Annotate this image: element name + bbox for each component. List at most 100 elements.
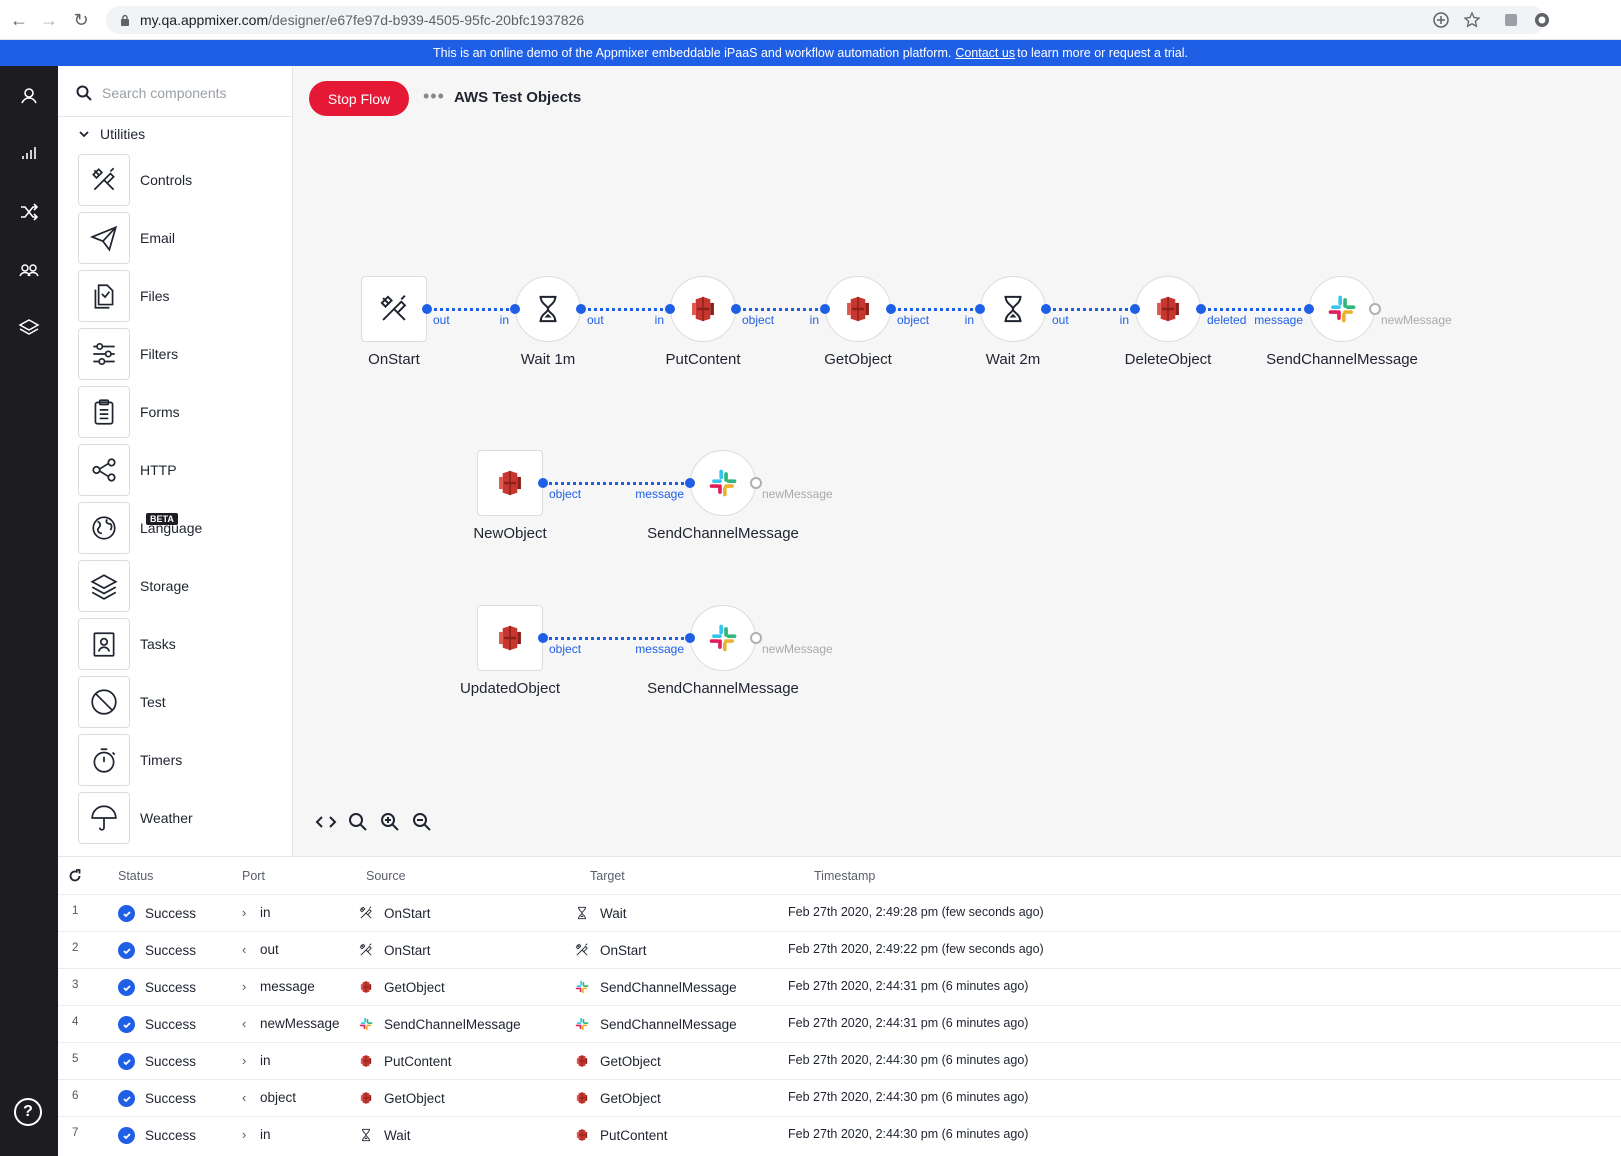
flow-node-newobject[interactable] — [477, 450, 543, 516]
aws-s3-icon — [576, 1129, 588, 1141]
port-label: in — [964, 313, 974, 327]
output-port[interactable] — [1041, 304, 1051, 314]
connection-link — [543, 637, 690, 640]
header-status[interactable]: Status — [118, 869, 153, 883]
flow-canvas[interactable]: Stop Flow ••• AWS Test Objects OnStart Wa… — [293, 66, 1621, 856]
category-utilities[interactable]: Utilities — [78, 126, 145, 142]
component-language[interactable]: Language — [78, 502, 202, 554]
node-label[interactable]: SendChannelMessage — [623, 680, 823, 697]
search-components[interactable]: Search components — [76, 78, 286, 108]
component-test[interactable]: Test — [78, 676, 166, 728]
address-bar[interactable]: my.qa.appmixer.com/designer/e67fe97d-b93… — [106, 6, 1546, 34]
refresh-icon[interactable] — [68, 869, 82, 883]
flow-node-getobject[interactable] — [825, 276, 891, 342]
input-port[interactable] — [820, 304, 830, 314]
flow-node-deleteobject[interactable] — [1135, 276, 1201, 342]
node-label[interactable]: SendChannelMessage — [1242, 351, 1442, 368]
component-weather[interactable]: Weather — [78, 792, 193, 844]
help-icon[interactable]: ? — [14, 1098, 42, 1126]
flow-node-sendchannelmessage[interactable] — [1309, 276, 1375, 342]
source-text: OnStart — [384, 942, 431, 958]
component-forms[interactable]: Forms — [78, 386, 180, 438]
code-view-icon[interactable] — [315, 811, 337, 833]
table-row[interactable]: 6 Success ‹ object GetObject GetObject Fe… — [58, 1079, 1621, 1116]
header-source[interactable]: Source — [366, 869, 406, 883]
flow-node-sendchannelmessage[interactable] — [690, 450, 756, 516]
input-port[interactable] — [975, 304, 985, 314]
output-port[interactable] — [538, 633, 548, 643]
flow-node-updatedobject[interactable] — [477, 605, 543, 671]
connection-link — [736, 308, 825, 311]
zoom-out-icon[interactable] — [411, 811, 433, 833]
stop-flow-button[interactable]: Stop Flow — [309, 81, 409, 116]
input-port[interactable] — [1304, 304, 1314, 314]
node-label[interactable]: SendChannelMessage — [623, 525, 823, 542]
unconnected-port[interactable] — [750, 477, 762, 489]
component-http[interactable]: HTTP — [78, 444, 177, 496]
flows-icon[interactable] — [17, 200, 41, 224]
flow-title[interactable]: AWS Test Objects — [454, 89, 581, 106]
contact-us-link[interactable]: Contact us — [955, 46, 1015, 60]
component-tasks[interactable]: Tasks — [78, 618, 176, 670]
table-row[interactable]: 7 Success › in Wait PutContent Feb 27th 2… — [58, 1116, 1621, 1153]
header-timestamp[interactable]: Timestamp — [814, 869, 875, 883]
user-icon[interactable] — [17, 84, 41, 108]
node-label[interactable]: NewObject — [410, 525, 610, 542]
more-options-button[interactable]: ••• — [423, 86, 445, 107]
flow-node-putcontent[interactable] — [670, 276, 736, 342]
url-host: my.qa.appmixer.com — [140, 12, 269, 28]
header-target[interactable]: Target — [590, 869, 625, 883]
component-controls[interactable]: Controls — [78, 154, 192, 206]
output-port[interactable] — [538, 478, 548, 488]
flow-node-sendchannelmessage[interactable] — [690, 605, 756, 671]
slack-icon — [709, 469, 737, 497]
reload-icon[interactable]: ↻ — [70, 9, 92, 31]
output-port[interactable] — [886, 304, 896, 314]
extension-icon[interactable] — [1502, 11, 1520, 29]
flow-node-wait 1m[interactable] — [515, 276, 581, 342]
node-label[interactable]: DeleteObject — [1068, 351, 1268, 368]
tools-icon — [92, 167, 115, 191]
back-icon[interactable]: ← — [8, 9, 30, 31]
port-text: newMessage — [260, 1016, 340, 1031]
output-port[interactable] — [422, 304, 432, 314]
table-row[interactable]: 5 Success › in PutContent GetObject Feb 2… — [58, 1042, 1621, 1079]
aws-s3-icon — [576, 1092, 588, 1104]
table-row[interactable]: 2 Success ‹ out OnStart OnStart Feb 27th … — [58, 931, 1621, 968]
table-row[interactable]: 4 Success ‹ newMessage SendChannelMessage… — [58, 1005, 1621, 1042]
zoom-fit-icon[interactable] — [347, 811, 369, 833]
component-tile — [78, 386, 130, 438]
output-port[interactable] — [576, 304, 586, 314]
component-storage[interactable]: Storage — [78, 560, 189, 612]
component-timers[interactable]: Timers — [78, 734, 182, 786]
input-port[interactable] — [1130, 304, 1140, 314]
flow-node-wait 2m[interactable] — [980, 276, 1046, 342]
row-number: 7 — [72, 1127, 79, 1139]
input-port[interactable] — [665, 304, 675, 314]
layers-icon[interactable] — [17, 316, 41, 340]
node-label[interactable]: UpdatedObject — [410, 680, 610, 697]
star-icon[interactable] — [1463, 11, 1481, 29]
insights-icon[interactable] — [17, 142, 41, 166]
forward-icon[interactable]: → — [38, 9, 60, 31]
unconnected-port[interactable] — [750, 632, 762, 644]
component-email[interactable]: Email — [78, 212, 175, 264]
component-files[interactable]: Files — [78, 270, 170, 322]
component-filters[interactable]: Filters — [78, 328, 178, 380]
zoom-in-icon[interactable] — [379, 811, 401, 833]
input-port[interactable] — [510, 304, 520, 314]
output-port[interactable] — [1196, 304, 1206, 314]
add-icon[interactable] — [1432, 11, 1450, 29]
header-port[interactable]: Port — [242, 869, 265, 883]
row-number: 6 — [72, 1090, 79, 1102]
unconnected-port[interactable] — [1369, 303, 1381, 315]
input-port[interactable] — [685, 478, 695, 488]
table-row[interactable]: 1 Success › in OnStart Wait Feb 27th 2020… — [58, 894, 1621, 931]
flow-node-onstart[interactable] — [361, 276, 427, 342]
profile-icon[interactable] — [1533, 11, 1551, 29]
output-port[interactable] — [731, 304, 741, 314]
prohibit-icon — [91, 689, 117, 715]
table-row[interactable]: 3 Success › message GetObject SendChannel… — [58, 968, 1621, 1005]
input-port[interactable] — [685, 633, 695, 643]
accounts-icon[interactable] — [17, 258, 41, 282]
